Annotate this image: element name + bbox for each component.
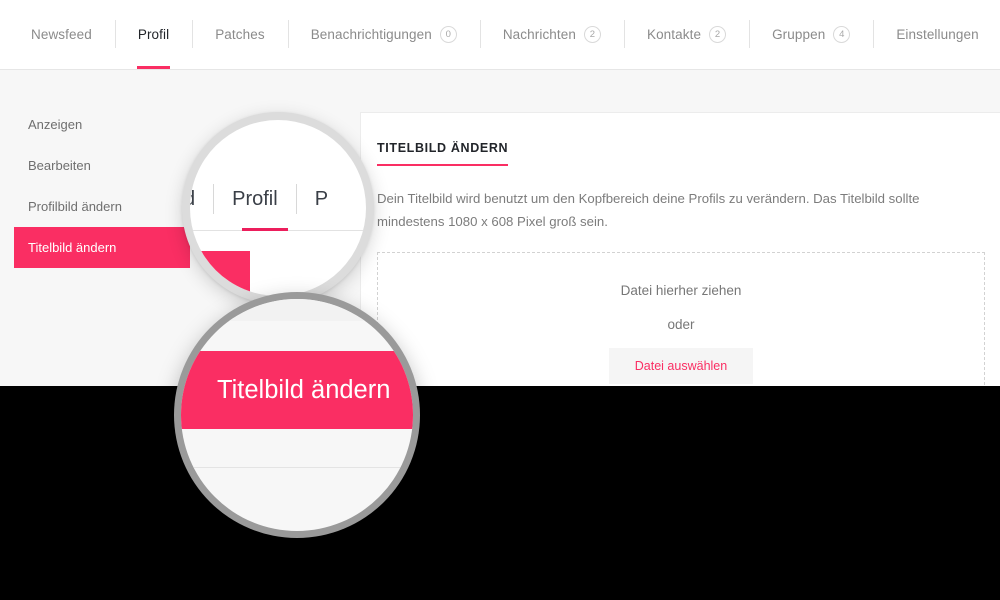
screenshot-root: Newsfeed Profil Patches Benachrichtigung… <box>0 0 1000 600</box>
nav-item-patches[interactable]: Patches <box>192 0 287 69</box>
magnified-nav-center-tab: Profil <box>232 187 278 210</box>
nav-item-profil[interactable]: Profil <box>114 0 192 69</box>
nav-item-badge: 2 <box>583 26 601 43</box>
magnified-nav-strip: d Profil P <box>190 168 366 248</box>
nav-item-label: Benachrichtigungen <box>310 27 432 42</box>
magnified-nav-active-underline <box>242 228 288 231</box>
choose-file-button[interactable]: Datei auswählen <box>608 347 754 384</box>
nav-item-label: Patches <box>215 27 265 42</box>
sidebar-item-titelbild-aendern[interactable]: Titelbild ändern <box>14 227 190 268</box>
top-nav-list: Newsfeed Profil Patches Benachrichtigung… <box>0 0 1000 69</box>
magnifier-top-nav: d Profil P <box>182 112 374 304</box>
nav-item-label: Newsfeed <box>31 27 92 42</box>
nav-item-nachrichten[interactable]: Nachrichten 2 <box>479 0 624 69</box>
nav-item-label: Kontakte <box>646 27 702 42</box>
nav-item-newsfeed[interactable]: Newsfeed <box>8 0 115 69</box>
magnified-sidebar-top-band <box>181 299 413 321</box>
nav-item-label: Gruppen <box>772 27 826 42</box>
nav-item-einstellungen[interactable]: Einstellungen <box>873 0 1000 69</box>
sidebar-item-label: Anzeigen <box>28 117 83 132</box>
nav-item-label: Einstellungen <box>896 27 979 42</box>
magnified-sidebar-divider <box>181 467 413 468</box>
dropzone-drag-text: Datei hierher ziehen <box>620 282 742 298</box>
nav-item-kontakte[interactable]: Kontakte 2 <box>623 0 749 69</box>
sidebar-item-label: Bearbeiten <box>28 158 91 173</box>
top-navigation-bar: Newsfeed Profil Patches Benachrichtigung… <box>0 0 1000 70</box>
magnified-sidebar-label: Titelbild ändern <box>217 375 391 404</box>
magnifier-top-lens: d Profil P <box>190 120 366 296</box>
nav-item-badge: 0 <box>439 26 457 43</box>
nav-item-gruppen[interactable]: Gruppen 4 <box>749 0 873 69</box>
page-viewport: Newsfeed Profil Patches Benachrichtigung… <box>0 0 1000 386</box>
magnified-nav-separator <box>295 184 297 214</box>
magnified-nav-separator <box>213 184 215 214</box>
magnified-nav-left-partial: d <box>190 168 195 230</box>
nav-item-label: Nachrichten <box>502 27 576 42</box>
dropzone-or-text: oder <box>667 316 695 332</box>
sidebar-item-label: Titelbild ändern <box>28 240 117 255</box>
card-description: Dein Titelbild wird benutzt um den Kopfb… <box>377 191 920 230</box>
magnified-active-sidebar-bar: Titelbild ändern <box>181 351 413 429</box>
file-dropzone[interactable]: Datei hierher ziehen oder Datei auswähle… <box>377 251 985 386</box>
magnified-sidebar-pink-bar <box>190 251 250 293</box>
magnifier-bottom-lens: Titelbild ändern <box>181 299 413 531</box>
sidebar-item-label: Profilbild ändern <box>28 199 122 214</box>
nav-item-label: Profil <box>137 27 170 42</box>
magnifier-sidebar-item: Titelbild ändern <box>174 292 420 538</box>
nav-item-badge: 4 <box>833 26 851 43</box>
nav-item-badge: 2 <box>709 26 727 43</box>
magnified-nav-row: d Profil P <box>190 168 366 230</box>
nav-item-benachrichtigungen[interactable]: Benachrichtigungen 0 <box>287 0 480 69</box>
nav-active-underline <box>136 66 171 69</box>
magnified-nav-right-partial: P <box>314 187 329 210</box>
page-title: TITELBILD ÄNDERN <box>377 141 509 166</box>
cover-photo-card: TITELBILD ÄNDERN Dein Titelbild wird ben… <box>360 112 1000 386</box>
